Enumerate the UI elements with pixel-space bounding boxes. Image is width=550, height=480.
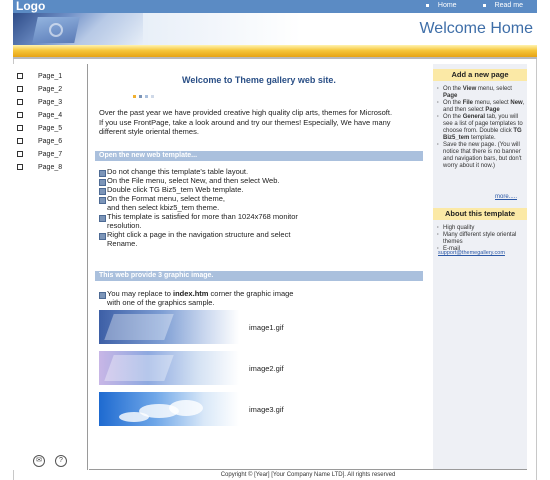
gray-divider [13, 57, 537, 59]
sidebar-item-label: Page_5 [38, 124, 63, 132]
square-bullet-icon [17, 151, 23, 157]
steps-list: Do not change this template's table layo… [99, 167, 419, 249]
main-content: Welcome to Theme gallery web site. Over … [89, 64, 429, 470]
nav-home-label: Home [437, 2, 457, 9]
decorative-dots [133, 95, 154, 98]
list-item: Right click a page in the navigation str… [99, 230, 419, 240]
nav-read-me[interactable]: Read me [482, 2, 523, 9]
sidebar-item-label: Page_1 [38, 72, 63, 80]
gold-divider [13, 45, 537, 57]
add-page-steps: On the View menu, select Page On the Fil… [437, 86, 525, 170]
mail-icon[interactable]: ✉ [33, 455, 45, 467]
sidebar-item-label: Page_7 [38, 150, 63, 158]
section-header-template: Open the new web template... [95, 151, 423, 161]
file-name: index.htm [173, 289, 209, 298]
sidebar-item-label: Page_2 [38, 85, 63, 93]
square-bullet-icon [17, 138, 23, 144]
bullet-icon [482, 4, 486, 7]
bullet-icon [425, 4, 429, 7]
sidebar-item-page-6[interactable]: Page_6 [17, 136, 62, 146]
page-title: Welcome to Theme gallery web site. [182, 75, 336, 85]
help-icon[interactable]: ? [55, 455, 67, 467]
email-link[interactable]: support@themegallery.com [438, 250, 505, 256]
sample-graphic-1 [99, 310, 239, 344]
intro-text: Over the past year we have provided crea… [99, 108, 417, 137]
sidebar-item-label: Page_8 [38, 163, 63, 171]
sidebar-item-label: Page_4 [38, 111, 63, 119]
square-bullet-icon [17, 73, 23, 79]
footer-copyright: Copyright © [Year] [Your Company Name LT… [89, 469, 527, 480]
add-page-heading: Add a new page [433, 69, 527, 81]
sample-graphic-2 [99, 351, 239, 385]
square-bullet-icon [17, 125, 23, 131]
sample-graphic-3 [99, 392, 239, 426]
sidebar-item-page-4[interactable]: Page_4 [17, 110, 62, 120]
about-heading: About this template [433, 208, 527, 220]
list-item: On the View menu, select Page [437, 86, 525, 100]
square-bullet-icon [17, 112, 23, 118]
sidebar-item-label: Page_3 [38, 98, 63, 106]
square-bullet-icon [17, 164, 23, 170]
intro-paragraph-1: Over the past year we have provided crea… [99, 108, 393, 117]
welcome-heading: Welcome Home [419, 20, 533, 37]
sidebar-item-label: Page_6 [38, 137, 63, 145]
sidebar-item-page-2[interactable]: Page_2 [17, 84, 62, 94]
list-item: This template is satisfied for more than… [99, 212, 419, 222]
sidebar-icons: ✉ ? [33, 455, 67, 467]
sidebar: Page_1 Page_2 Page_3 Page_4 Page_5 Page_… [13, 64, 88, 470]
about-list: High quality Many different style orient… [437, 225, 525, 253]
banner-image [13, 13, 143, 45]
header-banner: Welcome Home [13, 13, 537, 45]
sidebar-item-page-7[interactable]: Page_7 [17, 149, 62, 159]
image-label: image2.gif [249, 364, 284, 373]
list-item-continuation: Rename. [107, 239, 138, 248]
logo[interactable]: Logo [16, 0, 45, 13]
top-bar: Logo Home Read me [13, 0, 537, 13]
sidebar-item-page-3[interactable]: Page_3 [17, 97, 62, 107]
page: Logo Home Read me Welcome Home Page_1 Pa… [0, 0, 550, 480]
nav-home[interactable]: Home [425, 2, 457, 9]
section-header-graphics: This web provide 3 graphic image. [95, 271, 423, 281]
image-label: image1.gif [249, 323, 284, 332]
right-panel: Add a new page On the View menu, select … [433, 64, 527, 470]
list-item: Save the new page. (You will notice that… [437, 142, 525, 170]
replace-note: You may replace to index.htm corner the … [99, 289, 419, 308]
top-nav: Home Read me [425, 2, 523, 9]
image-label: image3.gif [249, 405, 284, 414]
more-link[interactable]: more..... [495, 194, 517, 200]
sidebar-item-page-8[interactable]: Page_8 [17, 162, 62, 172]
intro-paragraph-2: If you use FrontPage, take a look around… [99, 117, 391, 137]
square-bullet-icon [17, 99, 23, 105]
sidebar-item-page-5[interactable]: Page_5 [17, 123, 62, 133]
list-item-continuation: with one of the graphics sample. [107, 298, 215, 307]
list-item: High quality [437, 225, 525, 232]
list-item: Many different style oriental themes [437, 232, 525, 246]
list-item: On the File menu, select New, and then s… [437, 100, 525, 114]
nav-read-me-label: Read me [494, 2, 523, 9]
sidebar-item-page-1[interactable]: Page_1 [17, 71, 62, 81]
list-item: On the General tab, you will see a list … [437, 114, 525, 142]
square-bullet-icon [17, 86, 23, 92]
